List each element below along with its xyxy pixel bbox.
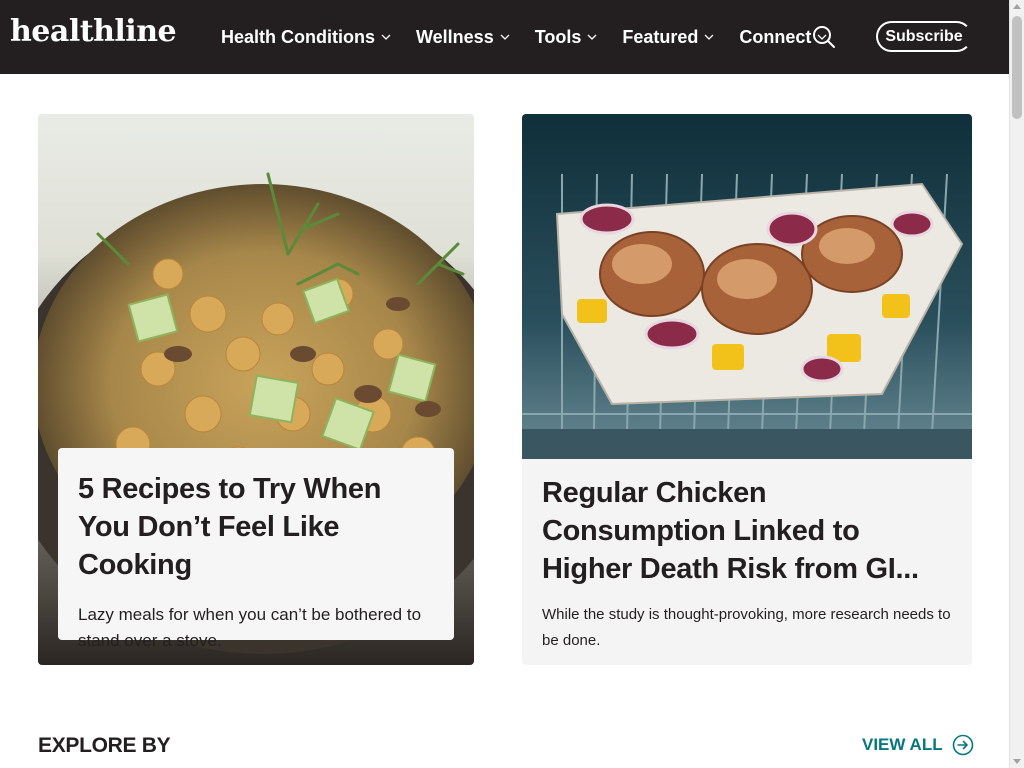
nav-item-label: Connect bbox=[739, 26, 812, 47]
nav-item-tools[interactable]: Tools bbox=[535, 27, 599, 48]
article-description: While the study is thought-provoking, mo… bbox=[542, 606, 951, 649]
article-card-recipes[interactable]: 5 Recipes to Try When You Don’t Feel Lik… bbox=[38, 114, 474, 665]
view-all-link[interactable]: VIEW ALL bbox=[862, 734, 974, 756]
chevron-down-icon bbox=[587, 34, 597, 40]
article-description: Lazy meals for when you can’t be bothere… bbox=[78, 605, 422, 650]
chevron-down-icon bbox=[500, 34, 510, 40]
scroll-up-arrow-icon[interactable] bbox=[1013, 4, 1021, 9]
nav-item-wellness[interactable]: Wellness bbox=[416, 27, 511, 48]
article-title[interactable]: Regular Chicken Consumption Linked to Hi… bbox=[542, 474, 957, 588]
search-icon[interactable] bbox=[812, 25, 836, 49]
article-card-text: Regular Chicken Consumption Linked to Hi… bbox=[542, 474, 957, 654]
site-header: healthline Health Conditions Wellness To… bbox=[0, 0, 1009, 74]
view-all-label: VIEW ALL bbox=[862, 735, 943, 754]
main-nav: Health Conditions Wellness Tools Feature… bbox=[221, 0, 852, 74]
scroll-down-arrow-icon[interactable] bbox=[1013, 759, 1021, 764]
healthline-logo[interactable]: healthline bbox=[10, 14, 177, 49]
roasted-chicken-image bbox=[522, 114, 972, 459]
arrow-right-circle-icon bbox=[952, 734, 973, 756]
chevron-down-icon bbox=[704, 34, 714, 40]
article-card-text-panel: 5 Recipes to Try When You Don’t Feel Lik… bbox=[58, 448, 454, 650]
page-scrollbar[interactable] bbox=[1009, 0, 1024, 768]
article-card-chicken[interactable]: Regular Chicken Consumption Linked to Hi… bbox=[522, 114, 972, 665]
nav-item-label: Health Conditions bbox=[221, 26, 375, 47]
article-title[interactable]: 5 Recipes to Try When You Don’t Feel Lik… bbox=[78, 470, 434, 584]
subscribe-button[interactable]: Subscribe bbox=[876, 21, 972, 52]
nav-item-label: Wellness bbox=[416, 26, 494, 47]
nav-item-health-conditions[interactable]: Health Conditions bbox=[221, 27, 392, 48]
chevron-down-icon bbox=[381, 34, 391, 40]
section-heading-explore-by: EXPLORE BY bbox=[38, 734, 171, 757]
nav-item-label: Featured bbox=[622, 26, 699, 47]
nav-item-featured[interactable]: Featured bbox=[622, 27, 715, 48]
scrollbar-thumb[interactable] bbox=[1012, 16, 1022, 119]
nav-item-label: Tools bbox=[534, 26, 582, 47]
